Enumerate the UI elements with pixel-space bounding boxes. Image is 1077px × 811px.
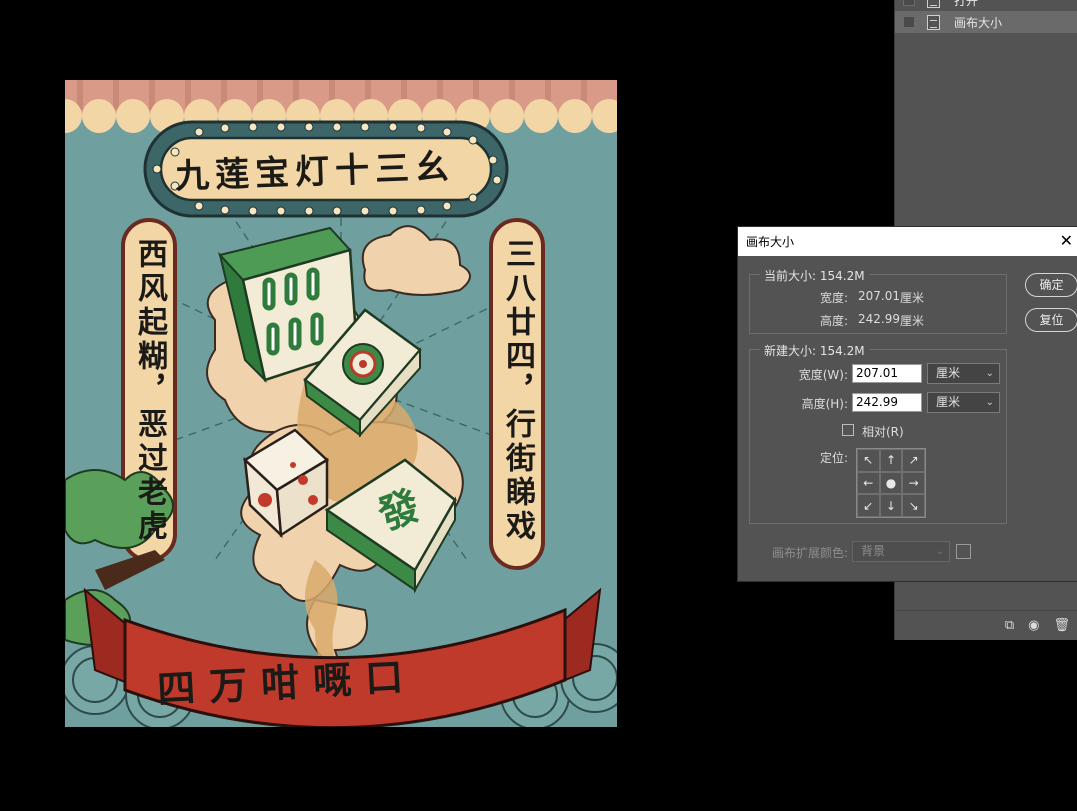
current-size-group: 当前大小: 154.2M 宽度: 207.01 厘米 高度: 242.99 厘米 [749,267,1007,334]
history-checkbox[interactable] [903,0,915,6]
left-scroll-text: 西风起糊，恶过老虎 [132,238,167,544]
canvas-artwork: 發 九莲宝灯十三幺 西风起糊，恶过老虎 三八廿四，行街睇戏 四万咁嘅口 [65,80,617,727]
anchor-arrow-e-icon[interactable]: → [902,471,925,495]
canvas-size-dialog: 画布大小 ✕ 当前大小: 154.2M 宽度: 207.01 厘米 高度: 24… [737,226,1077,582]
new-size-title: 新建大小: 154.2M [760,342,869,359]
history-item-label: 画布大小 [954,15,1003,30]
width-unit-value: 厘米 [936,366,961,380]
current-width-value: 207.01 [858,289,900,303]
camera-icon[interactable]: ◉ [1028,618,1039,633]
extension-color-value: 背景 [861,544,886,558]
chevron-down-icon: ⌄ [985,397,994,408]
anchor-grid: ↖ ↑ ↗ ← ● → ↙ ↓ ↘ [856,448,926,518]
document-icon [927,14,940,30]
relative-checkbox[interactable] [842,424,854,436]
history-checkbox[interactable] [903,16,915,28]
height-unit-value: 厘米 [936,395,961,409]
height-unit-select[interactable]: 厘米 ⌄ [927,392,1000,413]
new-width-label: 宽度(W): [798,368,848,382]
width-unit-select[interactable]: 厘米 ⌄ [927,363,1000,384]
history-item-open[interactable]: 打开 [895,0,1077,11]
current-size-title: 当前大小: 154.2M [760,267,869,284]
current-height-unit: 厘米 [900,314,925,328]
anchor-arrow-se-icon[interactable]: ↘ [902,494,925,517]
width-input[interactable]: 207.01 [852,364,922,383]
anchor-label: 定位: [819,451,848,465]
anchor-arrow-sw-icon[interactable]: ↙ [857,494,880,517]
history-item-canvas-size[interactable]: 画布大小 [895,11,1077,33]
current-width-unit: 厘米 [900,291,925,305]
current-height-label: 高度: [819,314,848,328]
anchor-arrow-nw-icon[interactable]: ↖ [857,449,880,472]
dialog-titlebar[interactable]: 画布大小 ✕ [738,227,1077,256]
history-item-label: 打开 [954,0,979,8]
anchor-arrow-s-icon[interactable]: ↓ [879,494,903,517]
anchor-arrow-w-icon[interactable]: ← [857,471,880,495]
anchor-arrow-ne-icon[interactable]: ↗ [902,449,925,472]
relative-label[interactable]: 相对(R) [862,423,904,440]
dialog-title: 画布大小 [746,235,795,249]
current-height-value: 242.99 [858,312,900,326]
document-icon [927,0,940,8]
extension-color-swatch [956,544,971,559]
anchor-arrow-n-icon[interactable]: ↑ [879,449,903,472]
height-input[interactable]: 242.99 [852,393,922,412]
chevron-down-icon: ⌄ [985,368,994,379]
anchor-center-icon[interactable]: ● [879,471,903,495]
new-snapshot-icon[interactable]: ⧉ [1005,618,1014,633]
new-height-label: 高度(H): [801,397,848,411]
current-width-label: 宽度: [819,291,848,305]
reset-button[interactable]: 复位 [1025,308,1077,332]
chevron-down-icon: ⌄ [935,546,944,557]
title-banner-text: 九莲宝灯十三幺 [174,147,456,197]
close-icon[interactable]: ✕ [1060,231,1073,250]
extension-color-select: 背景 ⌄ [852,541,950,562]
trash-icon[interactable]: 🗑 [1053,618,1070,633]
ok-button[interactable]: 确定 [1025,273,1077,297]
history-footer: ⧉ ◉ 🗑 [895,610,1077,640]
extension-color-label: 画布扩展颜色: [771,546,848,560]
right-scroll-text: 三八廿四，行街睇戏 [500,238,535,544]
